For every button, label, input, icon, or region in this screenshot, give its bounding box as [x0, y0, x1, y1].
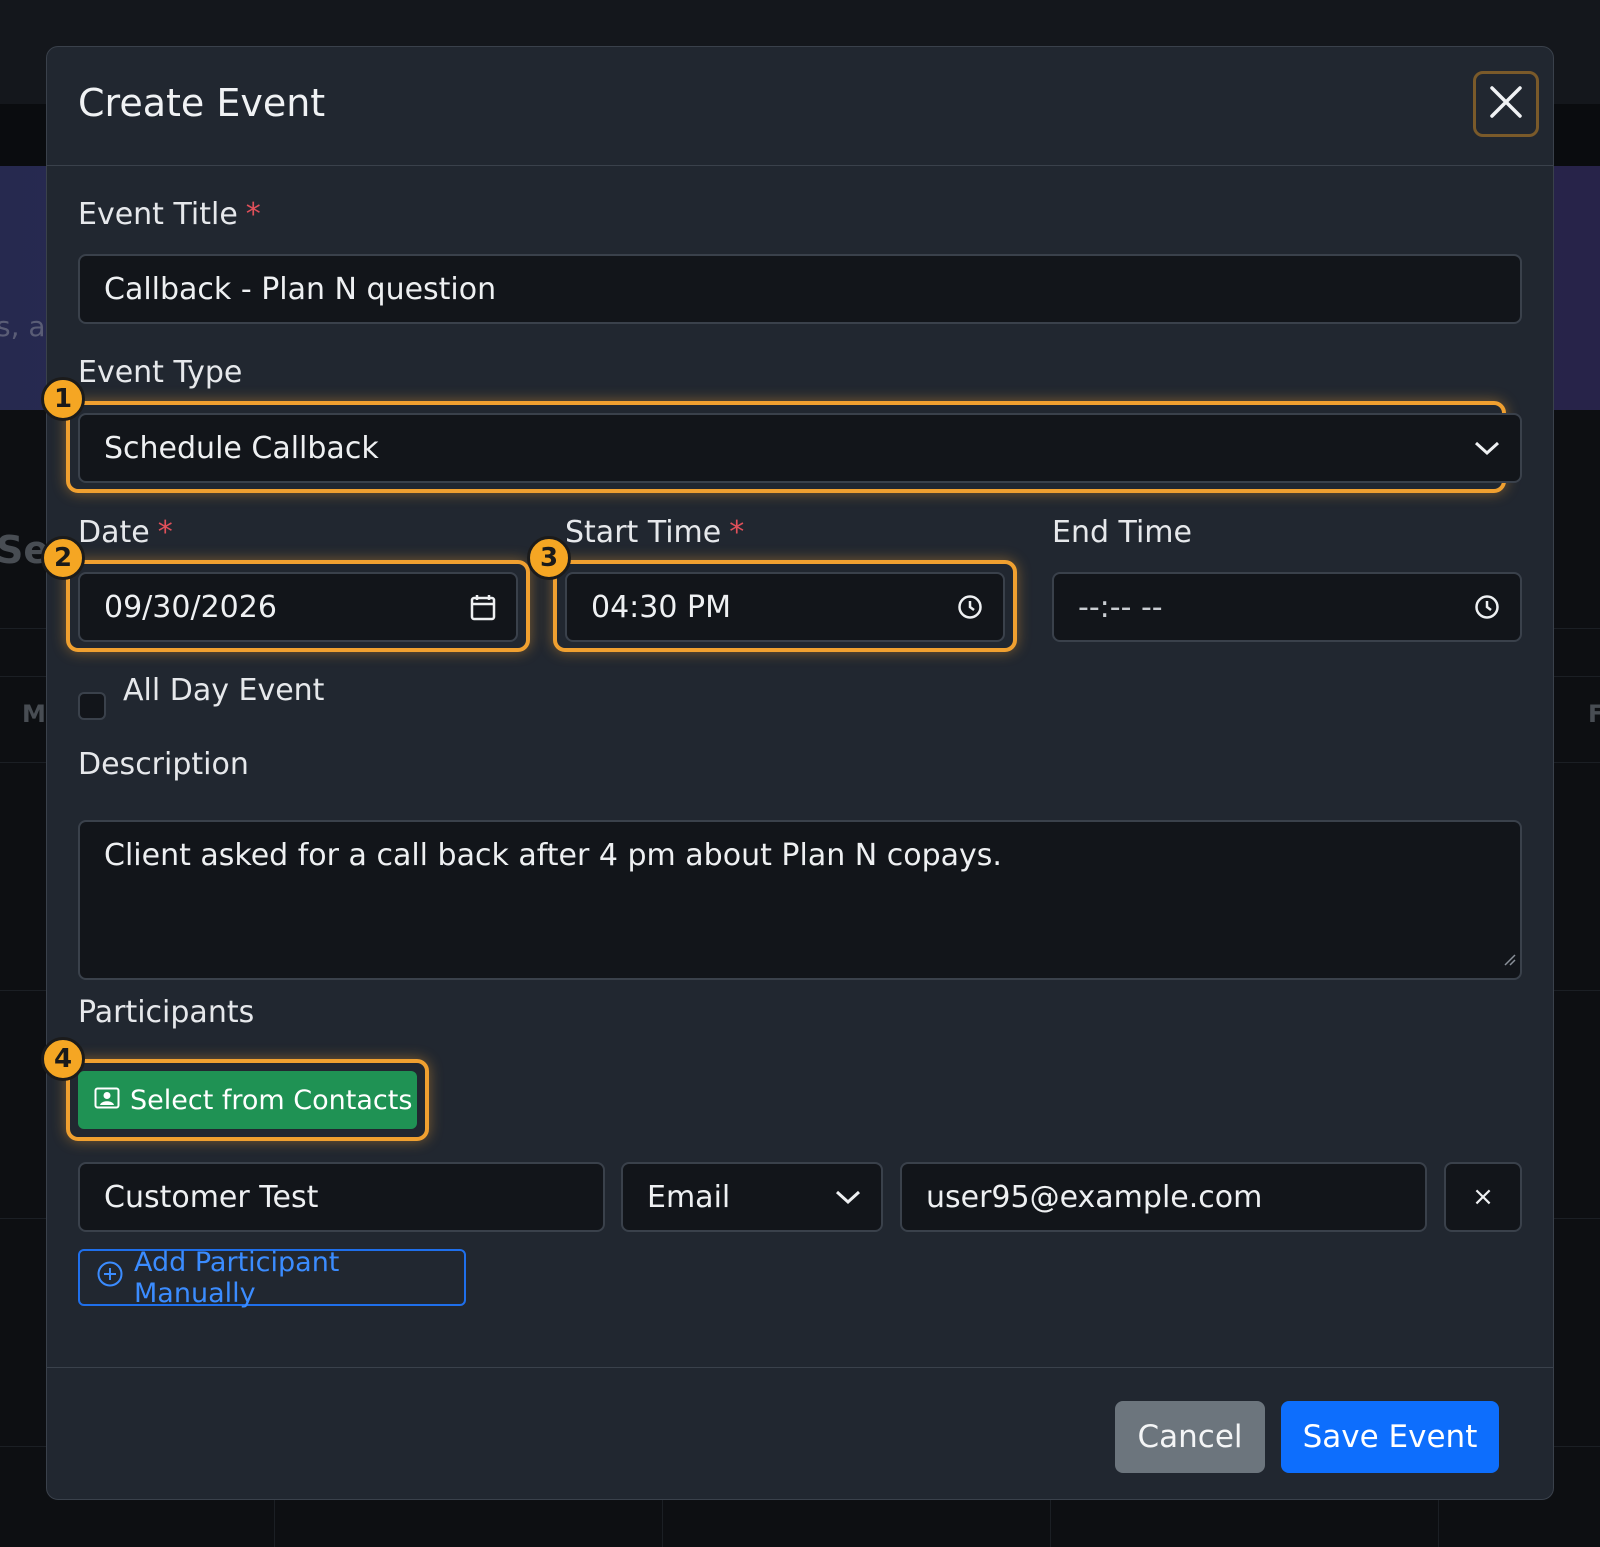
start-time-label-text: Start Time [565, 515, 722, 550]
required-marker: * [157, 515, 173, 550]
date-label-text: Date [78, 515, 150, 550]
participant-contact-value: user95@example.com [926, 1179, 1263, 1215]
all-day-label[interactable]: All Day Event [123, 673, 324, 708]
description-value: Client asked for a call back after 4 pm … [104, 838, 1002, 873]
start-time-input[interactable]: 04:30 PM [565, 572, 1005, 642]
step-badge-1: 1 [41, 377, 85, 421]
participant-method-select[interactable]: Email [621, 1162, 883, 1232]
participant-contact-input[interactable]: user95@example.com [900, 1162, 1427, 1232]
resize-grip-icon[interactable] [1502, 939, 1516, 974]
add-participant-manually-button[interactable]: Add Participant Manually [78, 1246, 466, 1309]
participants-label: Participants [78, 995, 255, 1030]
date-label: Date * [78, 515, 173, 550]
plus-circle-icon [96, 1260, 124, 1295]
save-event-button[interactable]: Save Event [1281, 1401, 1499, 1473]
create-event-modal: Create Event Event Title * Callback - Pla… [41, 46, 1554, 1500]
participant-method-value: Email [647, 1179, 731, 1215]
participant-name-value: Customer Test [104, 1179, 319, 1215]
chevron-down-icon [1474, 440, 1500, 456]
close-icon [1489, 85, 1523, 123]
event-type-select[interactable]: Schedule Callback [78, 413, 1522, 483]
contact-card-icon [94, 1085, 120, 1116]
event-title-label-text: Event Title [78, 197, 238, 232]
calendar-icon[interactable] [470, 593, 496, 621]
all-day-checkbox[interactable] [78, 692, 106, 720]
start-time-value: 04:30 PM [591, 589, 731, 625]
remove-participant-button[interactable]: × [1444, 1162, 1522, 1232]
end-time-placeholder: --:-- -- [1078, 589, 1163, 625]
modal-title: Create Event [78, 81, 326, 125]
date-value: 09/30/2026 [104, 589, 277, 625]
event-title-value: Callback - Plan N question [104, 271, 497, 307]
modal-header: Create Event [47, 47, 1553, 166]
clock-icon[interactable] [1474, 594, 1500, 620]
end-time-label: End Time [1052, 515, 1192, 550]
date-input[interactable]: 09/30/2026 [78, 572, 518, 642]
description-label: Description [78, 747, 249, 782]
close-button[interactable] [1473, 71, 1539, 137]
description-textarea[interactable]: Client asked for a call back after 4 pm … [78, 820, 1522, 980]
required-marker: * [729, 515, 745, 550]
event-type-value: Schedule Callback [104, 430, 379, 466]
step-badge-4: 4 [41, 1037, 85, 1081]
chevron-down-icon [835, 1189, 861, 1205]
step-badge-3: 3 [527, 536, 571, 580]
event-type-label: Event Type [78, 355, 243, 390]
select-from-contacts-button[interactable]: Select from Contacts [78, 1071, 417, 1129]
cancel-button[interactable]: Cancel [1115, 1401, 1265, 1473]
event-title-label: Event Title * [78, 197, 261, 232]
select-from-contacts-label: Select from Contacts [130, 1084, 413, 1116]
clock-icon[interactable] [957, 594, 983, 620]
event-title-input[interactable]: Callback - Plan N question [78, 254, 1522, 324]
step-badge-2: 2 [41, 536, 85, 580]
start-time-label: Start Time * [565, 515, 744, 550]
remove-icon: × [1472, 1182, 1494, 1212]
add-participant-manually-label: Add Participant Manually [134, 1246, 340, 1309]
required-marker: * [245, 197, 261, 232]
end-time-input[interactable]: --:-- -- [1052, 572, 1522, 642]
participant-name-input[interactable]: Customer Test [78, 1162, 605, 1232]
